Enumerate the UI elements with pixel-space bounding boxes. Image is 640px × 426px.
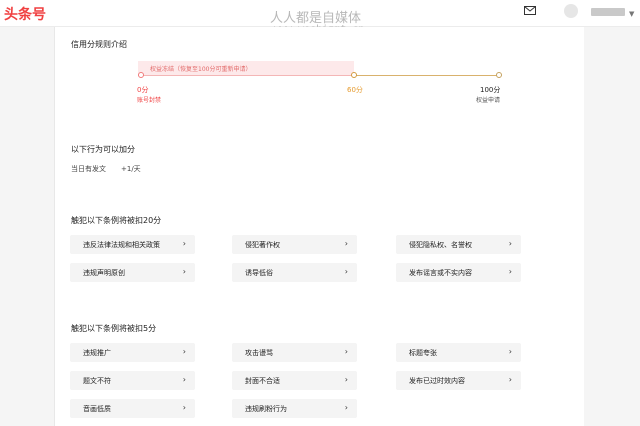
plus-rule-label: 当日有发文 <box>71 165 106 173</box>
chevron-down-icon[interactable]: ▼ <box>629 10 634 18</box>
rule-item-label: 违反法律法规和相关政策 <box>83 241 160 249</box>
mail-icon[interactable] <box>524 6 536 15</box>
rule-item[interactable]: 标题夸张 › <box>396 343 521 362</box>
chevron-right-icon: › <box>182 403 186 412</box>
scale-dot-0 <box>138 72 144 78</box>
rules-panel: 信用分规则介绍 权益冻结（恢复至100分可重新申请） 0分 账号封禁 60分 1… <box>55 27 584 426</box>
chevron-right-icon: › <box>508 267 512 276</box>
rule-item-label: 侵犯隐私权、名誉权 <box>409 241 472 249</box>
rule-item[interactable]: 诱导低俗 › <box>232 263 357 282</box>
rule-item-label: 诱导低俗 <box>245 269 273 277</box>
deduct5-title: 触犯以下条例将被扣5分 <box>71 324 157 333</box>
rule-item-label: 题文不符 <box>83 377 111 385</box>
scale-line-red <box>141 75 354 76</box>
score-60: 60分 <box>347 86 363 94</box>
rule-item[interactable]: 发布谣言或不实内容 › <box>396 263 521 282</box>
rule-item[interactable]: 违反法律法规和相关政策 › <box>70 235 195 254</box>
freeze-label: 权益冻结（恢复至100分可重新申请） <box>150 66 252 73</box>
chevron-right-icon: › <box>508 375 512 384</box>
deduct20-title: 触犯以下条例将被扣20分 <box>71 216 162 225</box>
chevron-right-icon: › <box>344 267 348 276</box>
chevron-right-icon: › <box>344 239 348 248</box>
username-redacted[interactable] <box>591 8 625 16</box>
chevron-right-icon: › <box>508 347 512 356</box>
rule-item-label: 侵犯著作权 <box>245 241 280 249</box>
rule-item[interactable]: 违规声明原创 › <box>70 263 195 282</box>
chevron-right-icon: › <box>344 403 348 412</box>
chevron-right-icon: › <box>182 267 186 276</box>
scale-dot-60 <box>351 72 357 78</box>
rule-item[interactable]: 侵犯著作权 › <box>232 235 357 254</box>
rule-item-label: 违规推广 <box>83 349 111 357</box>
credit-rules-title: 信用分规则介绍 <box>71 40 127 49</box>
rule-item-label: 标题夸张 <box>409 349 437 357</box>
rule-item[interactable]: 侵犯隐私权、名誉权 › <box>396 235 521 254</box>
chevron-right-icon: › <box>182 375 186 384</box>
rule-item-label: 违规声明原创 <box>83 269 125 277</box>
rule-item[interactable]: 题文不符 › <box>70 371 195 390</box>
score-0-note: 账号封禁 <box>137 97 162 104</box>
avatar[interactable] <box>564 4 578 18</box>
rule-item[interactable]: 攻击谩骂 › <box>232 343 357 362</box>
logo[interactable]: 头条号 <box>4 4 46 24</box>
chevron-right-icon: › <box>182 239 186 248</box>
chevron-right-icon: › <box>182 347 186 356</box>
chevron-right-icon: › <box>344 375 348 384</box>
score-100-note: 权益申请 <box>476 97 501 104</box>
score-100: 100分 <box>480 86 501 94</box>
chevron-right-icon: › <box>344 347 348 356</box>
plus-rule-value: +1/天 <box>121 165 141 173</box>
rule-item-label: 封面不合适 <box>245 377 280 385</box>
rule-item[interactable]: 违规刷粉行为 › <box>232 399 357 418</box>
top-bar: 头条号 人人都是自媒体 www.woshizmt.cn ▼ <box>0 0 640 35</box>
score-0: 0分 <box>137 86 149 94</box>
rule-item[interactable]: 违规推广 › <box>70 343 195 362</box>
rule-item[interactable]: 封面不合适 › <box>232 371 357 390</box>
rule-item-label: 发布已过时效内容 <box>409 377 465 385</box>
plus-title: 以下行为可以加分 <box>71 145 135 154</box>
rule-item-label: 音画低质 <box>83 405 111 413</box>
rule-item[interactable]: 音画低质 › <box>70 399 195 418</box>
rule-item-label: 违规刷粉行为 <box>245 405 287 413</box>
rule-item-label: 发布谣言或不实内容 <box>409 269 472 277</box>
chevron-right-icon: › <box>508 239 512 248</box>
rule-item-label: 攻击谩骂 <box>245 349 273 357</box>
scale-line-gold <box>354 75 499 76</box>
rule-item[interactable]: 发布已过时效内容 › <box>396 371 521 390</box>
scale-dot-100 <box>496 72 502 78</box>
